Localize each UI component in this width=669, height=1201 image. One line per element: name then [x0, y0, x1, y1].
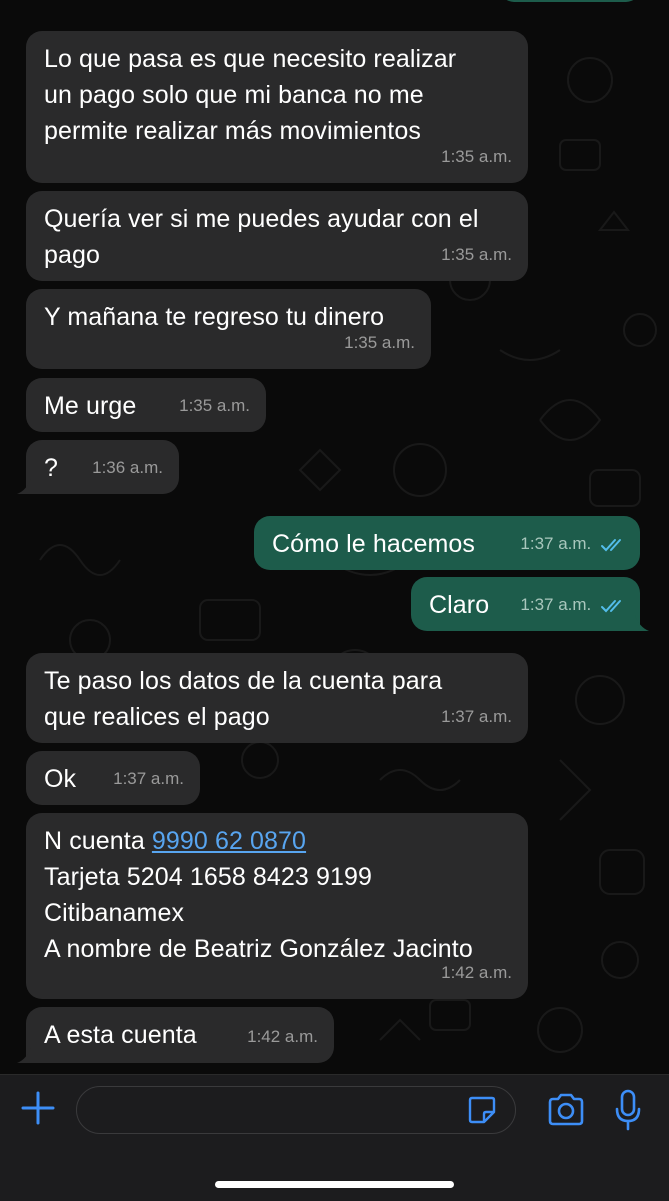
message-time: 1:42 a.m.	[247, 1027, 318, 1046]
message-body: Tarjeta 5204 1658 8423 9199 Citibanamex …	[44, 863, 473, 963]
previous-outgoing-bubble-edge	[500, 0, 640, 2]
incoming-message[interactable]: A esta cuenta 1:42 a.m.	[17, 1007, 334, 1063]
message-time: 1:37 a.m.	[441, 707, 512, 726]
message-time: 1:35 a.m.	[179, 396, 250, 415]
message-text: N cuenta 9990 62 0870 Tarjeta 5204 1658 …	[44, 823, 510, 967]
message-time: 1:35 a.m.	[441, 147, 512, 166]
message-time: 1:37 a.m.	[520, 595, 592, 614]
incoming-message[interactable]: Y mañana te regreso tu dinero 1:35 a.m.	[26, 289, 431, 369]
message-meta: 1:37 a.m.	[520, 526, 626, 562]
message-text: Quería ver si me puedes ayudar con el pa…	[44, 205, 479, 269]
incoming-message[interactable]: Lo que pasa es que necesito realizar un …	[26, 31, 528, 183]
incoming-message[interactable]: N cuenta 9990 62 0870 Tarjeta 5204 1658 …	[26, 813, 528, 999]
message-text: Lo que pasa es que necesito realizar un …	[44, 45, 457, 145]
incoming-message[interactable]: Te paso los datos de la cuenta para que …	[26, 653, 528, 743]
incoming-message[interactable]: Ok 1:37 a.m.	[26, 751, 200, 805]
incoming-message[interactable]: Me urge 1:35 a.m.	[26, 378, 266, 432]
message-input[interactable]	[76, 1086, 516, 1134]
message-meta: 1:37 a.m.	[520, 587, 626, 623]
outgoing-message[interactable]: Claro 1:37 a.m.	[411, 577, 649, 631]
read-ticks-icon	[601, 599, 621, 612]
message-time: 1:35 a.m.	[441, 245, 512, 264]
chat-area: Lo que pasa es que necesito realizar un …	[0, 0, 669, 1074]
sticker-icon[interactable]	[466, 1094, 498, 1126]
bubble-tail	[17, 1047, 31, 1063]
message-time: 1:36 a.m.	[92, 458, 163, 477]
read-ticks-icon	[601, 538, 621, 551]
message-time: 1:42 a.m.	[441, 963, 512, 982]
incoming-message[interactable]: ? 1:36 a.m.	[17, 440, 179, 494]
account-number-link[interactable]: 9990 62 0870	[152, 827, 306, 855]
incoming-message[interactable]: Quería ver si me puedes ayudar con el pa…	[26, 191, 528, 281]
bubble-tail	[17, 478, 31, 494]
message-time: 1:37 a.m.	[113, 769, 184, 788]
camera-icon[interactable]	[546, 1092, 586, 1128]
home-indicator[interactable]	[215, 1181, 454, 1188]
bubble-tail	[635, 615, 649, 631]
message-time: 1:35 a.m.	[344, 333, 415, 352]
microphone-icon[interactable]	[612, 1088, 644, 1132]
account-label: N cuenta	[44, 827, 152, 855]
message-time: 1:37 a.m.	[520, 534, 592, 553]
message-text: Te paso los datos de la cuenta para que …	[44, 667, 443, 731]
outgoing-message[interactable]: Cómo le hacemos 1:37 a.m.	[254, 516, 640, 570]
plus-icon[interactable]	[20, 1090, 56, 1126]
